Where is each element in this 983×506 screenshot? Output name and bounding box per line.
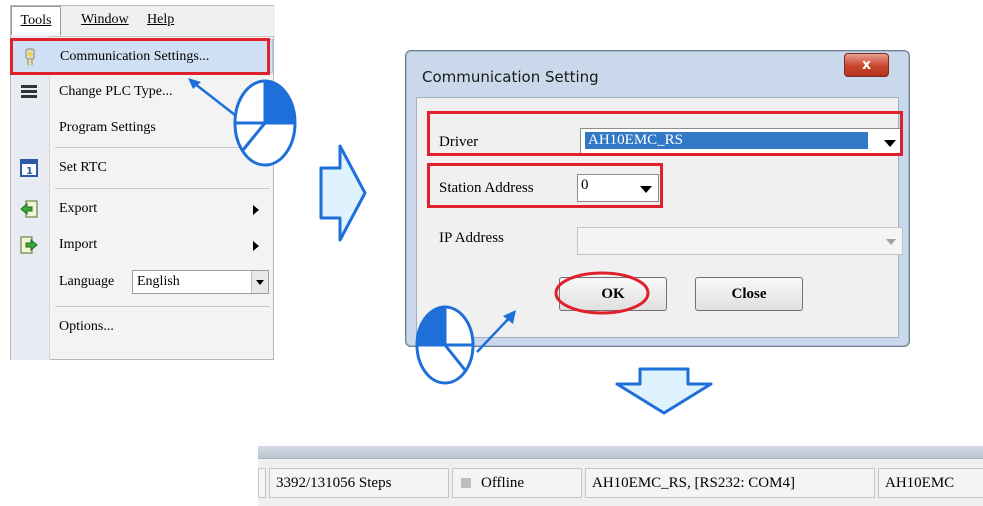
menu-item-options[interactable]: Options... — [11, 310, 273, 344]
import-icon — [20, 236, 38, 254]
menu-window[interactable]: Window — [81, 12, 129, 28]
ip-address-select[interactable] — [577, 227, 903, 255]
mouse-click-annotation-ok — [415, 305, 516, 385]
close-icon[interactable]: x — [844, 53, 889, 77]
menu-separator — [55, 188, 270, 189]
menu-item-import[interactable]: Import — [11, 228, 273, 262]
highlight-box-station-address — [427, 163, 663, 208]
highlight-box-driver — [427, 111, 903, 156]
calendar-icon: 1 — [20, 159, 38, 177]
menu-item-label: Change PLC Type... — [59, 84, 173, 99]
svg-text:1: 1 — [26, 166, 33, 177]
menu-item-label: Export — [59, 201, 98, 216]
menu-separator — [55, 306, 270, 307]
mouse-icon — [233, 79, 297, 167]
menu-item-language: Language English — [11, 265, 273, 299]
ip-address-label: IP Address — [439, 230, 504, 246]
menu-item-label: Program Settings — [59, 120, 156, 135]
menu-help-label: Help — [147, 12, 175, 27]
dialog-title: Communication Setting — [422, 68, 599, 86]
submenu-arrow-icon — [253, 205, 259, 215]
status-bar: 3392/131056 Steps Offline AH10EMC_RS, [R… — [258, 446, 983, 506]
menu-bar: Tools Window Help — [11, 6, 275, 37]
menu-help[interactable]: Help — [147, 12, 174, 28]
highlight-box-communication-settings — [10, 38, 270, 75]
status-connection-state: Offline — [452, 468, 582, 498]
export-icon — [20, 200, 38, 218]
menu-tools[interactable]: Tools — [11, 6, 61, 35]
menu-item-label: Language — [59, 274, 115, 289]
flow-arrow-right-icon — [319, 144, 367, 242]
flow-arrow-down-icon — [615, 367, 713, 415]
menu-item-export[interactable]: Export — [11, 192, 273, 226]
offline-indicator-icon — [461, 478, 471, 488]
chevron-down-icon — [886, 239, 896, 245]
mouse-icon — [415, 305, 475, 385]
status-plc-model: AH10EMC — [878, 468, 983, 498]
highlight-ellipse-ok — [554, 271, 650, 315]
close-button[interactable]: Close — [695, 277, 803, 311]
status-offline-label: Offline — [481, 475, 525, 491]
mouse-click-annotation — [188, 78, 297, 167]
menu-item-label: Set RTC — [59, 160, 107, 175]
menu-item-label: Import — [59, 237, 98, 252]
status-connection-info: AH10EMC_RS, [RS232: COM4] — [585, 468, 875, 498]
language-select-value: English — [137, 274, 180, 289]
chevron-down-icon[interactable] — [251, 271, 268, 293]
menu-tools-label: Tools — [20, 13, 52, 28]
language-select[interactable]: English — [132, 270, 269, 294]
menu-item-label: Options... — [59, 319, 114, 334]
menu-window-label: Window — [81, 12, 129, 27]
status-bar-top-edge — [258, 446, 983, 459]
status-cell-left — [258, 468, 266, 498]
submenu-arrow-icon — [253, 241, 259, 251]
plc-type-icon — [20, 83, 38, 101]
status-steps: 3392/131056 Steps — [269, 468, 449, 498]
pointer-line — [476, 313, 514, 353]
